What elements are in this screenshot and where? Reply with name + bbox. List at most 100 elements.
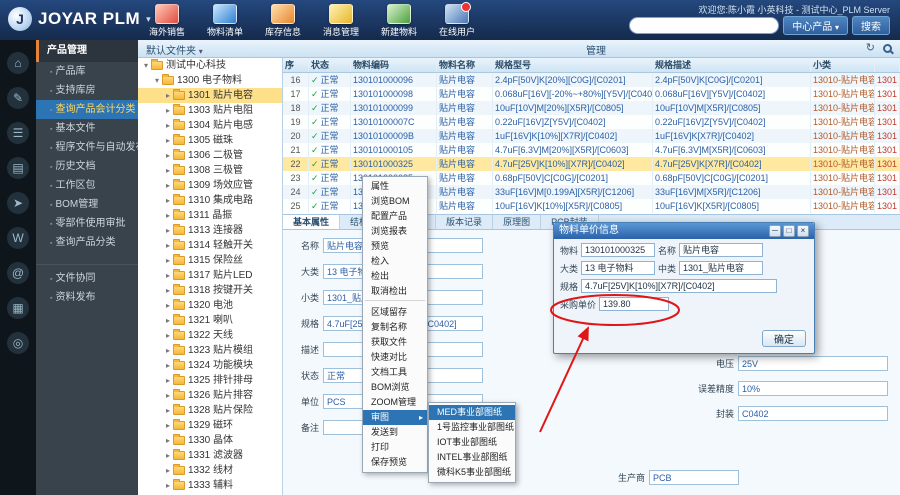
table-row[interactable]: 21 ✓正常 130101000105 贴片电容 4.7uF[6.3V]M[20… — [283, 143, 900, 157]
expand-arrow-icon[interactable]: ▸ — [163, 208, 173, 223]
table-row[interactable]: 16 ✓正常 130101000096 贴片电容 2.4pF[50V]K[20%… — [283, 73, 900, 87]
tree-panel-title[interactable]: 默认文件夹 ▾ — [146, 42, 203, 57]
context-menu-item[interactable]: 取消检出 — [363, 284, 427, 299]
expand-arrow-icon[interactable]: ▸ — [163, 313, 173, 328]
context-menu-item[interactable]: 文档工具 — [363, 365, 427, 380]
sidebar-group-header[interactable]: 产品管理 — [36, 40, 138, 62]
tree-item[interactable]: ▸ 1320 电池 — [138, 298, 282, 313]
detail-tab[interactable]: 版本记录 — [436, 215, 493, 229]
sidebar-item[interactable]: ▪基本文件 — [36, 119, 138, 138]
context-menu-item[interactable]: 打印 — [363, 440, 427, 455]
context-menu-item[interactable]: 浏览报表 — [363, 224, 427, 239]
tree-item[interactable]: ▸ 1330 晶体 — [138, 433, 282, 448]
context-menu-item[interactable]: 检出 — [363, 269, 427, 284]
table-header-cell[interactable]: 物料编码 — [351, 58, 437, 72]
scope-button[interactable]: 中心产品 ▾ — [783, 16, 848, 35]
tree-item[interactable]: ▸ 1328 贴片保险 — [138, 403, 282, 418]
expand-arrow-icon[interactable]: ▸ — [163, 328, 173, 343]
material-code-field[interactable]: 130101000325 — [581, 243, 655, 257]
toolbar-button[interactable]: 海外销售 — [142, 2, 192, 38]
expand-arrow-icon[interactable]: ▸ — [163, 238, 173, 253]
dialog-titlebar[interactable]: 物料单价信息 ─□× — [554, 223, 814, 239]
ok-button[interactable]: 确定 — [762, 330, 806, 347]
tree-item[interactable]: ▸ 1311 晶振 — [138, 208, 282, 223]
tree-item[interactable]: ▸ 1308 三极管 — [138, 163, 282, 178]
tree-item[interactable]: ▸ 1331 滤波器 — [138, 448, 282, 463]
price-field[interactable]: 139.80 — [599, 297, 669, 311]
expand-arrow-icon[interactable]: ▾ — [141, 58, 151, 73]
table-header-cell[interactable]: 规格描述 — [653, 58, 811, 72]
expand-arrow-icon[interactable]: ▸ — [163, 298, 173, 313]
sidebar-item[interactable]: ▪历史文档 — [36, 157, 138, 176]
toolbar-button[interactable]: 库存信息 — [258, 2, 308, 38]
expand-arrow-icon[interactable]: ▸ — [163, 433, 173, 448]
context-menu-item[interactable]: 属性 — [363, 179, 427, 194]
context-menu-item[interactable]: 浏览BOM — [363, 194, 427, 209]
class-field[interactable]: 13 电子物料 — [581, 261, 655, 275]
expand-arrow-icon[interactable]: ▸ — [163, 283, 173, 298]
tree-item[interactable]: ▸ 1314 轻触开关 — [138, 238, 282, 253]
context-menu-item[interactable]: 配置产品 — [363, 209, 427, 224]
tree-item[interactable]: ▸ 1325 排针排母 — [138, 373, 282, 388]
expand-arrow-icon[interactable]: ▸ — [163, 118, 173, 133]
context-menu-item[interactable]: 复制名称 — [363, 320, 427, 335]
app-logo[interactable]: J JOYAR PLM ▾ — [8, 7, 151, 31]
strip-icon[interactable]: ☰ — [7, 122, 29, 144]
context-menu-item[interactable]: 发送到 — [363, 425, 427, 440]
toolbar-button[interactable]: 消息管理 — [316, 2, 366, 38]
strip-icon[interactable]: ▦ — [7, 297, 29, 319]
expand-arrow-icon[interactable]: ▸ — [163, 193, 173, 208]
expand-arrow-icon[interactable]: ▸ — [163, 223, 173, 238]
tree-item[interactable]: ▸ 1321 喇叭 — [138, 313, 282, 328]
spec-field[interactable]: 4.7uF[25V]K[10%][X7R]/[C0402] — [581, 279, 777, 293]
context-menu-item[interactable]: 区域留存 — [363, 305, 427, 320]
sidebar-item[interactable]: ▪BOM管理 — [36, 195, 138, 214]
toolbar-button[interactable]: 在线用户 — [432, 2, 482, 38]
expand-arrow-icon[interactable]: ▸ — [163, 373, 173, 388]
expand-arrow-icon[interactable]: ▸ — [163, 463, 173, 478]
tree-item[interactable]: ▸ 1318 按键开关 — [138, 283, 282, 298]
expand-arrow-icon[interactable]: ▸ — [163, 253, 173, 268]
tree-item[interactable]: ▸ 1310 集成电路 — [138, 193, 282, 208]
tree-item[interactable]: ▸ 1315 保险丝 — [138, 253, 282, 268]
search-input[interactable] — [629, 17, 779, 34]
search-icon[interactable] — [883, 44, 892, 53]
form-field[interactable]: 10% — [738, 381, 888, 396]
detail-tab[interactable]: 原理图 — [493, 215, 541, 229]
context-menu-item[interactable]: ZOOM管理 — [363, 395, 427, 410]
context-menu-item[interactable]: 检入 — [363, 254, 427, 269]
tree-item[interactable]: ▸ 1306 二极管 — [138, 148, 282, 163]
table-header-cell[interactable]: 小类 — [811, 58, 875, 72]
refresh-icon[interactable]: ↻ — [866, 42, 875, 55]
context-menu-item[interactable]: BOM浏览 — [363, 380, 427, 395]
tree-item[interactable]: ▸ 1313 连接器 — [138, 223, 282, 238]
sidebar-item[interactable]: ▪资料发布 — [36, 288, 138, 307]
sidebar-item[interactable]: ▪文件协同 — [36, 269, 138, 288]
table-header-cell[interactable]: 物料名称 — [437, 58, 493, 72]
toolbar-button[interactable]: 物料清单 — [200, 2, 250, 38]
tree-item[interactable]: ▸ 1323 贴片模组 — [138, 343, 282, 358]
sidebar-item[interactable]: ▪产品库 — [36, 62, 138, 81]
table-row[interactable]: 18 ✓正常 130101000099 贴片电容 10uF[10V]M[20%]… — [283, 101, 900, 115]
table-row[interactable]: 19 ✓正常 13010100007C 贴片电容 0.22uF[16V]Z[Y5… — [283, 115, 900, 129]
tree-item[interactable]: ▸ 1333 辅料 — [138, 478, 282, 493]
submenu-item[interactable]: 1号监控事业部图纸 — [429, 420, 515, 435]
detail-tab[interactable]: 基本属性 — [283, 215, 340, 229]
tree-item[interactable]: ▸ 1322 天线 — [138, 328, 282, 343]
context-menu-item[interactable]: 快速对比 — [363, 350, 427, 365]
table-header-cell[interactable]: 规格型号 — [493, 58, 653, 72]
tree-item[interactable]: ▸ 1304 贴片电感 — [138, 118, 282, 133]
expand-arrow-icon[interactable]: ▸ — [163, 343, 173, 358]
table-header-cell[interactable]: 状态 — [309, 58, 351, 72]
table-header-cell[interactable]: 序 — [283, 58, 309, 72]
tree-item[interactable]: ▸ 1329 磁环 — [138, 418, 282, 433]
window-button-icon[interactable]: ─ — [769, 225, 781, 237]
expand-arrow-icon[interactable]: ▸ — [163, 133, 173, 148]
expand-arrow-icon[interactable]: ▸ — [163, 388, 173, 403]
context-menu-item[interactable]: 预览 — [363, 239, 427, 254]
submenu-item[interactable]: MED事业部图纸 — [429, 405, 515, 420]
expand-arrow-icon[interactable]: ▸ — [163, 448, 173, 463]
form-field[interactable]: 25V — [738, 356, 888, 371]
search-button[interactable]: 搜索 — [852, 16, 890, 35]
sidebar-item[interactable]: ▪程序文件与自动发布 — [36, 138, 138, 157]
